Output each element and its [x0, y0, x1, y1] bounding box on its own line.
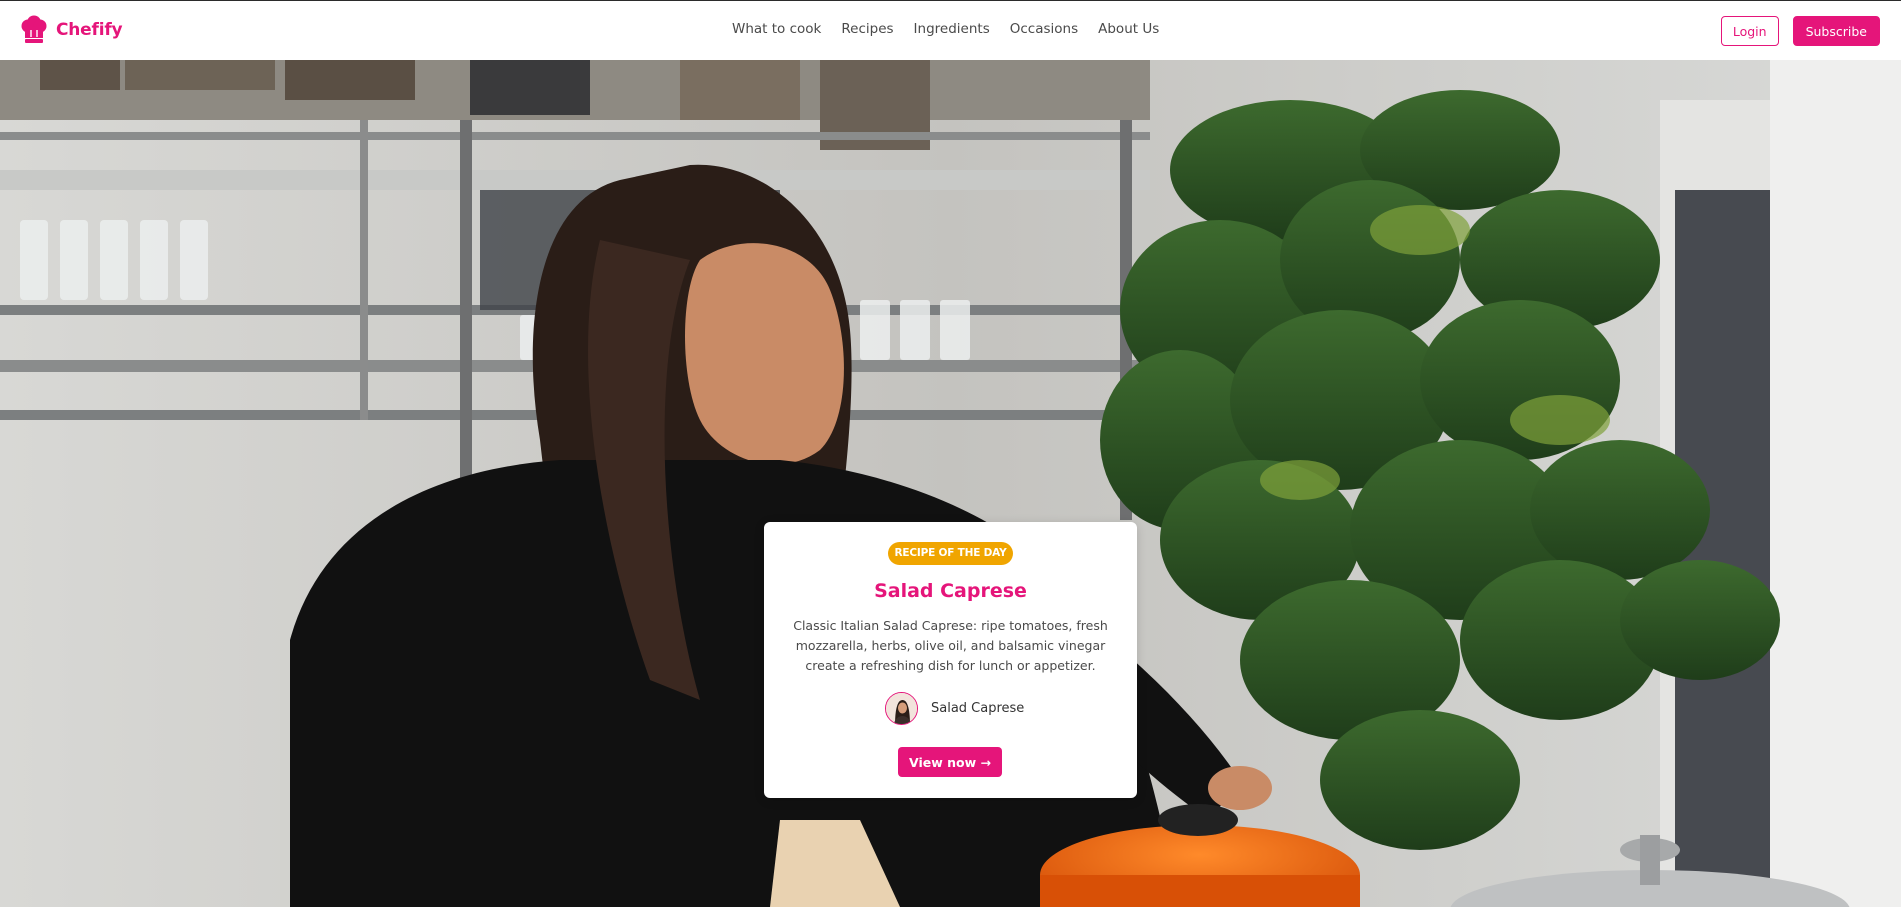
- login-button[interactable]: Login: [1720, 16, 1779, 46]
- nav-item-ingredients[interactable]: Ingredients: [914, 21, 990, 37]
- view-now-button[interactable]: View now →: [898, 747, 1002, 777]
- recipe-description: Classic Italian Salad Caprese: ripe toma…: [793, 618, 1108, 673]
- brand-name: Chefify: [56, 20, 123, 40]
- recipe-title: Salad Caprese: [874, 580, 1027, 602]
- recipe-of-the-day-badge: RECIPE OF THE DAY: [888, 542, 1013, 565]
- main-nav: What to cook Recipes Ingredients Occasio…: [732, 21, 1159, 37]
- recipe-of-the-day-card: RECIPE OF THE DAY Salad Caprese Classic …: [764, 522, 1137, 798]
- nav-item-occasions[interactable]: Occasions: [1010, 21, 1078, 37]
- author-avatar-image: [886, 693, 917, 724]
- nav-actions: Login Subscribe: [1720, 16, 1880, 46]
- subscribe-button[interactable]: Subscribe: [1792, 16, 1880, 46]
- nav-item-recipes[interactable]: Recipes: [841, 21, 893, 37]
- nav-item-what-to-cook[interactable]: What to cook: [732, 21, 821, 37]
- author-avatar: [885, 692, 918, 725]
- hero-section: RECIPE OF THE DAY Salad Caprese Classic …: [0, 60, 1901, 907]
- brand-logo-link[interactable]: Chefify: [20, 15, 123, 45]
- author-name: Salad Caprese: [931, 701, 1025, 716]
- nav-item-about-us[interactable]: About Us: [1098, 21, 1159, 37]
- navbar: Chefify What to cook Recipes Ingredients…: [0, 0, 1901, 60]
- recipe-author: Salad Caprese: [885, 692, 1024, 725]
- chef-hat-icon: [21, 15, 47, 43]
